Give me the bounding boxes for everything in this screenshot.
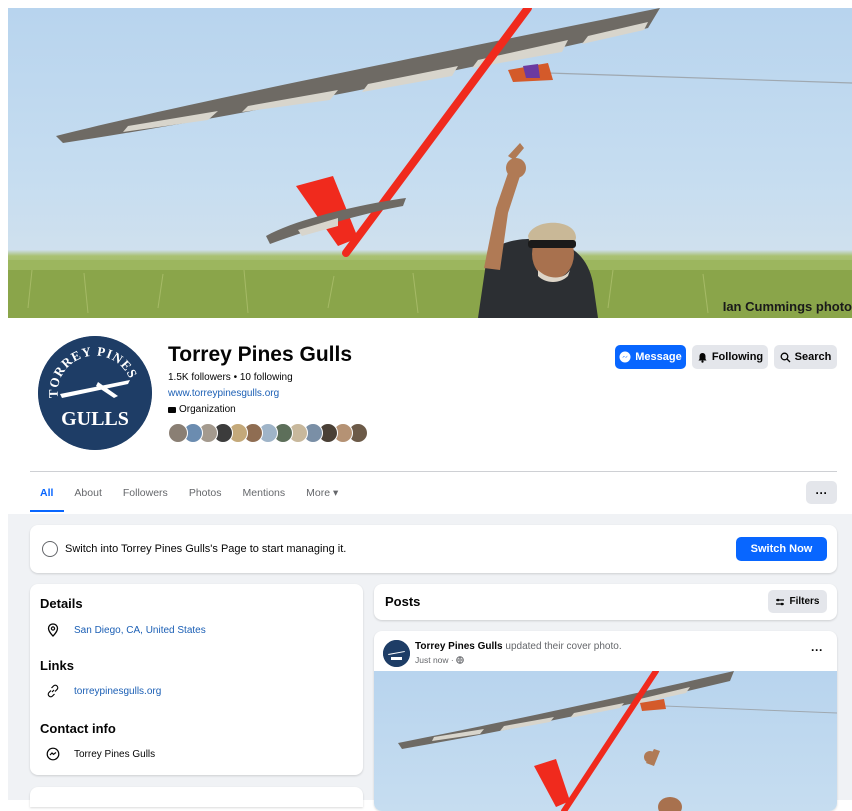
follower-avatar[interactable] xyxy=(168,423,188,443)
follower-avatars[interactable] xyxy=(168,423,368,443)
cover-photo-image xyxy=(8,8,852,318)
messenger-outline-icon xyxy=(46,747,60,761)
tab-about[interactable]: About xyxy=(74,487,101,499)
post-photo-image xyxy=(398,671,837,811)
search-button-label: Search xyxy=(794,351,832,363)
follower-stats[interactable]: 1.5K followers • 10 following xyxy=(168,372,293,383)
svg-text:GULLS: GULLS xyxy=(61,408,129,430)
intro-card: Details San Diego, CA, United States Lin… xyxy=(30,584,363,775)
post-author-name[interactable]: Torrey Pines Gulls xyxy=(415,641,503,652)
tabs-divider xyxy=(30,471,837,472)
filters-label: Filters xyxy=(789,596,820,607)
filter-sliders-icon xyxy=(776,598,785,605)
post-time-label: Just now · xyxy=(415,655,457,665)
more-options-button[interactable]: ··· xyxy=(806,481,837,504)
post-header: Torrey Pines Gulls updated their cover p… xyxy=(415,641,622,652)
search-button[interactable]: Search xyxy=(774,345,837,369)
post-options-button[interactable]: ··· xyxy=(811,643,823,657)
profile-switch-icon xyxy=(42,541,58,557)
torrey-pines-gulls-logo: TORREY PINES GULLS xyxy=(38,336,152,450)
switch-profile-text: Switch into Torrey Pines Gulls's Page to… xyxy=(65,543,347,555)
bell-icon xyxy=(698,352,707,363)
contact-name[interactable]: Torrey Pines Gulls xyxy=(74,749,155,760)
contact-row: Torrey Pines Gulls xyxy=(46,747,155,761)
tab-more[interactable]: More ▾ xyxy=(306,487,338,499)
posts-heading: Posts xyxy=(385,594,421,609)
following-button[interactable]: Following xyxy=(692,345,768,369)
cover-photo-credit: Ian Cummings photo xyxy=(722,299,852,314)
website-link-intro[interactable]: torreypinesgulls.org xyxy=(74,686,161,697)
link-icon xyxy=(47,684,59,698)
profile-tabs: All About Followers Photos Mentions More… xyxy=(40,487,359,499)
message-button-label: Message xyxy=(635,351,682,363)
briefcase-icon xyxy=(168,406,176,413)
globe-icon xyxy=(456,656,464,664)
search-icon xyxy=(780,352,791,362)
tab-photos[interactable]: Photos xyxy=(189,487,222,499)
links-heading: Links xyxy=(40,658,74,673)
post-timestamp[interactable]: Just now · xyxy=(415,655,464,665)
location-pin-icon xyxy=(47,623,59,637)
active-tab-indicator xyxy=(30,510,64,512)
profile-avatar[interactable]: TORREY PINES GULLS xyxy=(38,336,152,450)
location-link[interactable]: San Diego, CA, United States xyxy=(74,625,206,636)
switch-profile-banner: Switch into Torrey Pines Gulls's Page to… xyxy=(30,525,837,573)
details-heading: Details xyxy=(40,596,83,611)
location-row: San Diego, CA, United States xyxy=(46,623,206,637)
page-category-label: Organization xyxy=(179,404,236,415)
tab-mentions[interactable]: Mentions xyxy=(243,487,286,499)
tab-all[interactable]: All xyxy=(40,487,53,499)
tab-followers[interactable]: Followers xyxy=(123,487,168,499)
filters-button[interactable]: Filters xyxy=(768,590,827,613)
message-button[interactable]: Message xyxy=(615,345,686,369)
page-category: Organization xyxy=(168,404,236,415)
website-link[interactable]: www.torreypinesgulls.org xyxy=(168,388,279,399)
cover-photo[interactable]: Ian Cummings photo xyxy=(8,8,852,318)
messenger-icon xyxy=(619,351,631,363)
post-author-logo xyxy=(383,640,410,667)
post-action: updated their cover photo. xyxy=(502,641,622,652)
website-row: torreypinesgulls.org xyxy=(46,684,161,698)
following-button-label: Following xyxy=(711,351,764,363)
page-title: Torrey Pines Gulls xyxy=(168,343,353,366)
post-photo[interactable] xyxy=(374,671,837,811)
post-card: Torrey Pines Gulls updated their cover p… xyxy=(374,631,837,811)
switch-now-button[interactable]: Switch Now xyxy=(736,537,827,561)
posts-header-card: Posts Filters xyxy=(374,584,837,620)
post-author-avatar[interactable] xyxy=(383,640,410,667)
next-card xyxy=(30,787,363,807)
contact-heading: Contact info xyxy=(40,721,116,736)
